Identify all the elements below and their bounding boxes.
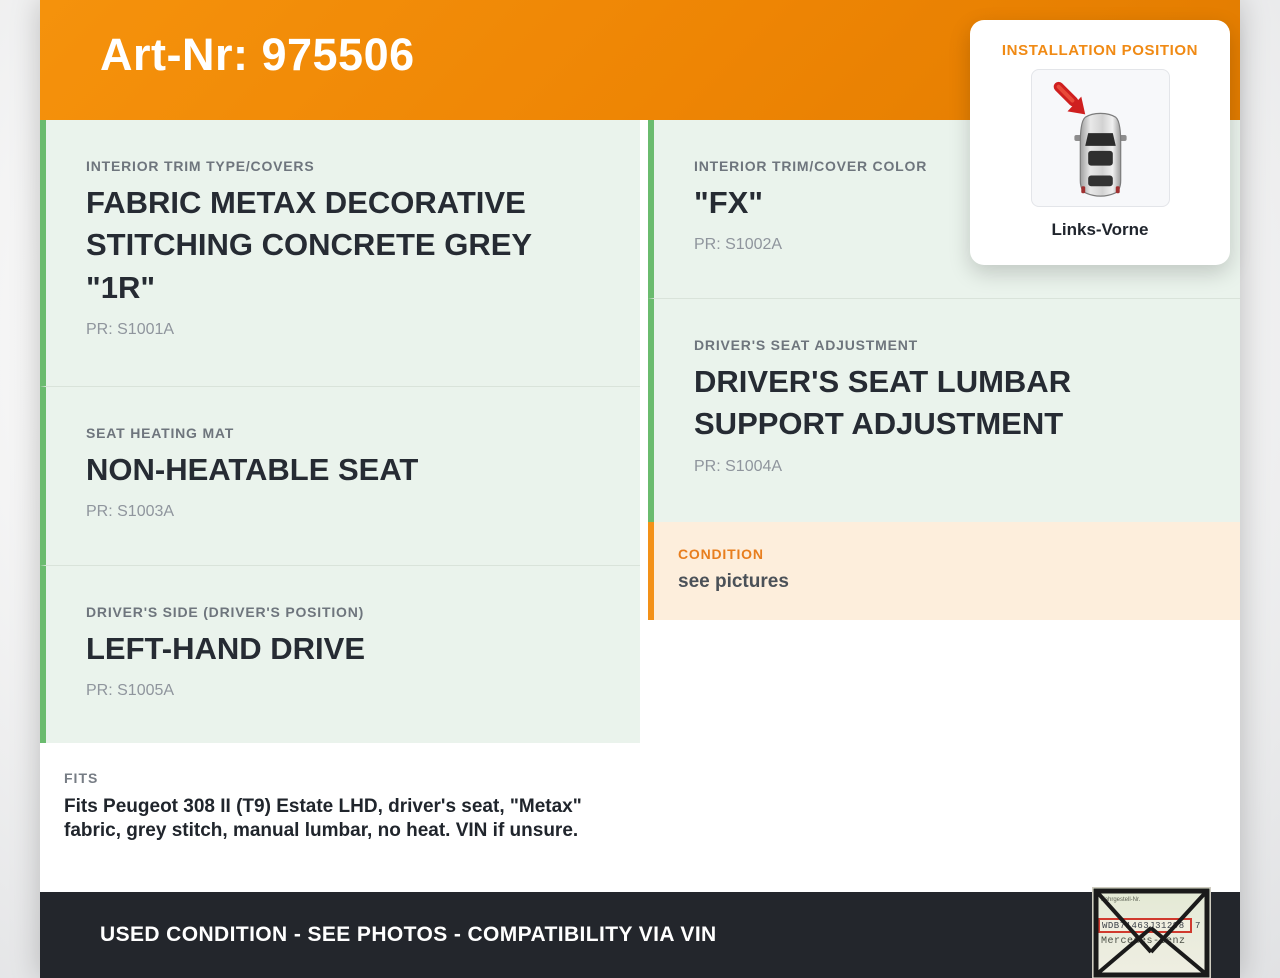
condition-value: see pictures (678, 571, 789, 592)
footer-text: USED CONDITION - SEE PHOTOS - COMPATIBIL… (100, 923, 717, 946)
spec-value: FABRIC METAX DECORATIVE STITCHING CONCRE… (86, 185, 532, 305)
spec-pr-code: PR: S1001A (86, 321, 175, 339)
car-windshield (1084, 133, 1116, 146)
installation-position-label: INSTALLATION POSITION (1001, 42, 1199, 59)
car-sunroof (1087, 150, 1113, 166)
car-top-view-image (1030, 69, 1170, 207)
spec-label: SEAT HEATING MAT (86, 425, 235, 441)
page-title: Art-Nr: 975506 (100, 29, 415, 80)
spec-card-trim-type: INTERIOR TRIM TYPE/COVERS FABRIC METAX D… (40, 120, 640, 386)
car-rear-window (1087, 175, 1113, 187)
spec-label: INTERIOR TRIM TYPE/COVERS (86, 158, 315, 174)
spec-value: NON-HEATABLE SEAT (86, 452, 419, 487)
installation-position-caption: Links-Vorne (1051, 220, 1149, 239)
installation-position-card: INSTALLATION POSITION Links-Vorne (970, 20, 1230, 265)
spec-pr-code: PR: S1003A (86, 503, 175, 521)
spec-value: DRIVER'S SEAT LUMBAR SUPPORT ADJUSTMENT (694, 364, 1072, 442)
spec-pr-code: PR: S1004A (694, 457, 783, 475)
fits-label: FITS (64, 770, 99, 786)
vin-document-stamp: Fahrgestell-Nr. WDB71463J31298 7 Mercede… (1092, 887, 1211, 978)
car-taillight-left (1080, 186, 1085, 194)
car-taillight-right (1115, 186, 1120, 194)
red-arrow-icon (1053, 81, 1085, 115)
spec-label: DRIVER'S SEAT ADJUSTMENT (694, 337, 918, 353)
car-top-view-icon (1053, 81, 1127, 197)
spec-card-seat-adjustment: DRIVER'S SEAT ADJUSTMENT DRIVER'S SEAT L… (648, 298, 1240, 522)
condition-label: CONDITION (678, 546, 764, 562)
spec-card-seat-heating: SEAT HEATING MAT NON-HEATABLE SEAT PR: S… (40, 386, 640, 565)
spec-label: DRIVER'S SIDE (DRIVER'S POSITION) (86, 604, 365, 620)
spec-pr-code: PR: S1005A (86, 682, 175, 700)
spec-value: LEFT-HAND DRIVE (86, 631, 365, 666)
spec-card-drivers-side: DRIVER'S SIDE (DRIVER'S POSITION) LEFT-H… (40, 565, 640, 743)
fits-card: FITS Fits Peugeot 308 II (T9) Estate LHD… (40, 743, 640, 888)
footer-banner: USED CONDITION - SEE PHOTOS - COMPATIBIL… (40, 892, 1240, 978)
listing-page: Art-Nr: 975506 INSTALLATION POSITION Lin… (40, 0, 1240, 978)
fits-text: Fits Peugeot 308 II (T9) Estate LHD, dri… (64, 796, 582, 841)
envelope-icon (1093, 888, 1210, 978)
column-left: INTERIOR TRIM TYPE/COVERS FABRIC METAX D… (40, 120, 640, 888)
condition-card: CONDITION see pictures (648, 522, 1240, 620)
